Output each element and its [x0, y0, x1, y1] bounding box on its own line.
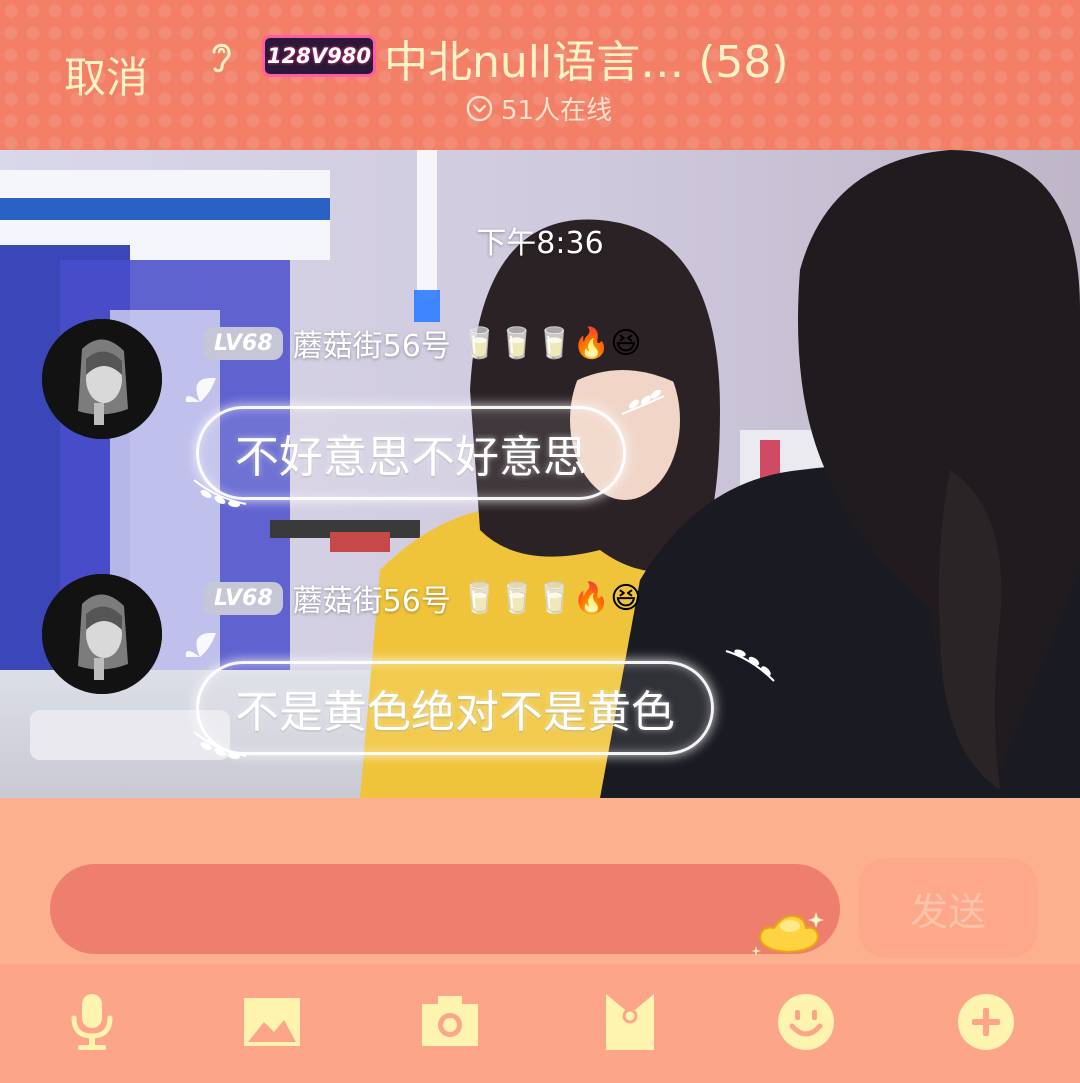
chat-message-area[interactable]: 下午8:36 LV68 蘑菇街56号 🥛🥛🥛🔥😆 不好意思不好意思 LV68 蘑…: [0, 150, 1080, 798]
message-input[interactable]: [50, 864, 840, 954]
level-badge: LV68: [204, 581, 283, 615]
online-count: 51人在线: [501, 95, 613, 126]
leaf-sprig-icon: [193, 479, 247, 508]
anime-avatar-image: [42, 574, 162, 694]
plus-icon[interactable]: [956, 992, 1016, 1052]
emoji-icon[interactable]: [776, 992, 836, 1052]
leaf-sprig-icon: [725, 649, 775, 682]
red-packet-icon[interactable]: [600, 992, 660, 1052]
leaf-sprig-icon: [193, 731, 247, 760]
anime-avatar-image: [42, 319, 162, 439]
ear-icon[interactable]: [206, 38, 236, 74]
message-bubble[interactable]: 不是黄色绝对不是黄色: [196, 661, 714, 755]
image-icon[interactable]: [242, 992, 302, 1052]
message-bubble[interactable]: 不好意思不好意思: [196, 406, 626, 500]
butterfly-icon: [185, 377, 216, 402]
gold-ingot-icon[interactable]: [752, 906, 824, 958]
sender-name[interactable]: 蘑菇街56号: [293, 321, 451, 365]
leaf-sprig-icon: [621, 390, 665, 415]
camera-icon[interactable]: [420, 992, 480, 1052]
sender-info: LV68 蘑菇街56号 🥛🥛🥛🔥😆: [204, 577, 642, 619]
sender-avatar[interactable]: [42, 574, 162, 694]
sender-emoji-tags: 🥛🥛🥛🔥😆: [460, 325, 642, 361]
microphone-icon[interactable]: [62, 992, 122, 1052]
sender-name[interactable]: 蘑菇街56号: [293, 576, 451, 620]
sender-emoji-tags: 🥛🥛🥛🔥😆: [460, 580, 642, 616]
level-badge: LV68: [204, 326, 283, 360]
chat-header: 取消 128V980 中北null语言… (58) 51人在线: [0, 0, 1080, 150]
group-logo-badge: 128V980: [262, 35, 376, 77]
send-button[interactable]: 发送: [858, 858, 1038, 958]
group-title[interactable]: 中北null语言… (58): [384, 26, 789, 90]
cancel-button[interactable]: 取消: [64, 44, 148, 105]
chevron-down-circle-icon: [466, 95, 493, 121]
sender-avatar[interactable]: [42, 319, 162, 439]
input-area: 发送: [0, 798, 1080, 964]
bottom-toolbar: [0, 964, 1080, 1083]
butterfly-icon: [185, 632, 216, 657]
online-status[interactable]: 51人在线: [466, 92, 613, 126]
sender-info: LV68 蘑菇街56号 🥛🥛🥛🔥😆: [204, 322, 642, 364]
message-timestamp: 下午8:36: [476, 226, 604, 261]
